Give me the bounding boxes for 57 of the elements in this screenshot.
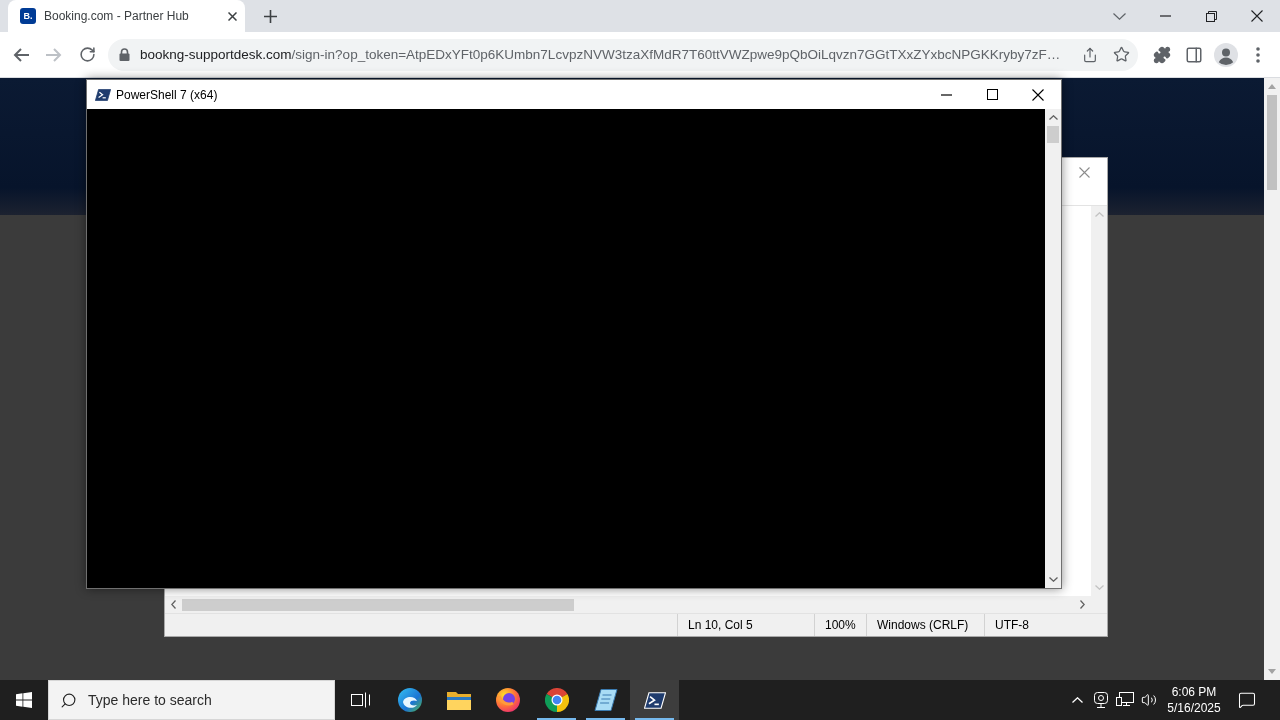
- close-icon: [1032, 88, 1044, 101]
- star-icon: [1112, 46, 1130, 63]
- windows-logo-icon: [16, 692, 32, 708]
- status-text: Windows (CRLF): [866, 614, 984, 636]
- lock-icon: [119, 48, 130, 61]
- status-text: Ln 10, Col 5: [677, 614, 814, 636]
- scrollbar-thumb[interactable]: [1267, 95, 1277, 190]
- triangle-up-icon: [1268, 84, 1276, 89]
- scrollbar-thumb[interactable]: [1047, 126, 1059, 143]
- close-icon: [1251, 10, 1263, 22]
- round-browser-icon: [544, 688, 569, 712]
- site-logo: B.: [20, 8, 36, 24]
- speech-bubble-icon: [1238, 691, 1256, 709]
- terminal-icon: [95, 88, 111, 101]
- window-title: PowerShell 7 (x64): [116, 87, 218, 102]
- search-icon: [60, 692, 77, 709]
- side-panel-icon: [1185, 45, 1203, 64]
- minimize-icon: [1159, 15, 1171, 17]
- notepad-icon: [593, 688, 618, 712]
- address-bar[interactable]: bookng-supportdesk.com/sign-in?op_token=AtpEDxYFt0p6KUmbn7LcvpzNVW3tzaXfMdR7T60ttVWZpwe9pQbOiLqvzn7GGtTXxZYxbcNPGKKryby7zF…: [108, 38, 1138, 71]
- restore-icon: [1205, 10, 1217, 22]
- status-text: UTF-8: [984, 614, 1107, 636]
- puzzle-icon: [1153, 45, 1171, 64]
- chevron-down-icon: [1094, 585, 1104, 590]
- chevron-right-icon: [1080, 600, 1085, 609]
- minimize-icon: [940, 93, 952, 96]
- folder-icon: [446, 690, 471, 710]
- reload-icon: [78, 46, 96, 63]
- plus-icon: [263, 9, 277, 23]
- status-text: 100%: [814, 614, 866, 636]
- clock-button[interactable]: 6:06 PM 5/16/2025: [1161, 680, 1227, 720]
- close-icon: [1078, 167, 1090, 178]
- arrow-left-icon: [13, 47, 29, 62]
- maximize-icon: [986, 89, 998, 100]
- share-icon: [1082, 46, 1098, 63]
- chevron-left-icon: [171, 600, 176, 609]
- chevron-down-icon: [1112, 12, 1126, 20]
- speaker-icon: [1141, 692, 1157, 708]
- task-view-icon: [350, 692, 371, 708]
- webcam-icon: [1094, 692, 1108, 708]
- terminal-icon: [643, 691, 666, 709]
- monitor-icon: [1116, 692, 1134, 708]
- swirl-browser-icon: [397, 688, 422, 712]
- chevron-up-icon: [1094, 212, 1104, 217]
- avatar-icon: [1214, 42, 1238, 67]
- chevron-up-icon: [1071, 697, 1083, 703]
- scrollbar-thumb[interactable]: [182, 598, 574, 611]
- close-icon: [227, 11, 237, 21]
- arrow-right-icon: [46, 47, 62, 62]
- taskbar-search-field[interactable]: Type here to search: [48, 680, 335, 720]
- triangle-down-icon: [1268, 669, 1276, 674]
- browser-icon: [495, 688, 520, 712]
- kebab-menu-icon: [1256, 46, 1260, 63]
- browser-tab[interactable]: B. Booking.com - Partner Hub: [8, 0, 245, 32]
- chevron-down-icon: [1048, 577, 1058, 582]
- taskbar-app-button[interactable]: [630, 680, 679, 720]
- chevron-up-icon: [1048, 115, 1058, 120]
